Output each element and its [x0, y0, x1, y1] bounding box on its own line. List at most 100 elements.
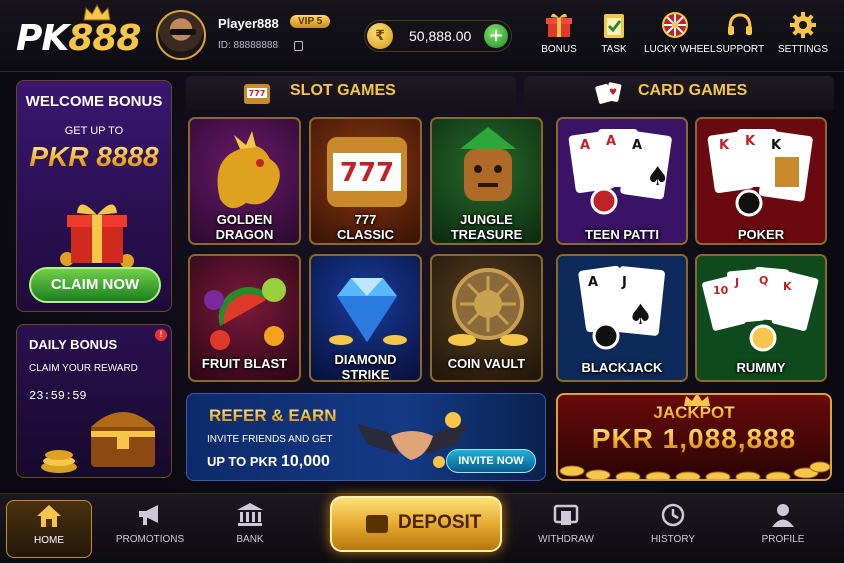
- svg-text:K: K: [771, 138, 782, 153]
- game-rummy[interactable]: 10 J Q K RUMMY: [695, 254, 827, 382]
- game-title-line1: COIN VAULT: [447, 356, 526, 371]
- refer-line1: INVITE FRIENDS AND GET: [207, 434, 333, 445]
- nav-lucky-wheel[interactable]: LUCKY WHEEL: [644, 10, 716, 55]
- daily-timer: 23:59:59: [29, 389, 87, 403]
- svg-text:Q: Q: [759, 274, 768, 287]
- vip-badge: VIP 5: [290, 15, 331, 28]
- headset-icon: [728, 13, 752, 35]
- game-title-line2: STRIKE: [341, 367, 390, 382]
- nav-history[interactable]: HISTORY: [633, 500, 713, 558]
- gift-box-icon: [60, 204, 134, 268]
- nav-bank-label: BANK: [236, 534, 264, 545]
- game-title: RUMMY: [736, 360, 786, 375]
- game-title: POKER: [737, 227, 785, 242]
- clipboard-check-icon: [604, 14, 624, 38]
- nav-bonus[interactable]: BONUS: [528, 10, 590, 55]
- nav-withdraw-label: WITHDRAW: [538, 534, 594, 545]
- refer-title: REFER & EARN: [209, 406, 337, 425]
- treasure-chest-icon: [41, 412, 155, 473]
- game-title-line1: JUNGLE: [460, 212, 513, 227]
- wheel-icon: [662, 12, 688, 38]
- game-fruit-blast[interactable]: FRUIT BLAST: [188, 254, 301, 382]
- user-id: ID: 88888888: [218, 40, 279, 51]
- game-diamond-strike[interactable]: DIAMOND STRIKE: [309, 254, 422, 382]
- notification-badge: !: [155, 329, 167, 341]
- slot-games-header: 777 SLOT GAMES: [186, 76, 516, 110]
- history-icon: [661, 503, 685, 527]
- daily-subtitle: CLAIM YOUR REWARD: [29, 363, 138, 374]
- svg-text:A: A: [580, 138, 590, 153]
- welcome-bonus-panel[interactable]: WELCOME BONUS GET UP TO PKR 8888 CLAIM N…: [16, 80, 172, 312]
- cards-icon: ♥: [595, 82, 622, 104]
- game-title-line2: CLASSIC: [336, 227, 395, 242]
- game-title-line1: FRUIT BLAST: [201, 356, 288, 371]
- svg-text:10: 10: [713, 284, 729, 297]
- brand-logo[interactable]: PK888: [16, 18, 141, 59]
- welcome-amount: PKR 8888: [17, 141, 171, 173]
- nav-promotions[interactable]: PROMOTIONS: [110, 500, 190, 558]
- balance-box: ₹ 50,888.00 +: [364, 20, 512, 52]
- nav-bonus-label: BONUS: [541, 44, 577, 55]
- svg-text:A: A: [588, 275, 598, 290]
- game-title-line2: DRAGON: [215, 227, 274, 242]
- game-title-line1: GOLDEN: [216, 212, 273, 227]
- svg-text:777: 777: [340, 158, 394, 188]
- game-jungle-treasure[interactable]: JUNGLE TREASURE: [430, 117, 543, 245]
- nav-home-label: HOME: [34, 535, 64, 546]
- game-teen-patti[interactable]: A A A ♠ TEEN PATTI: [556, 117, 688, 245]
- invite-now-button[interactable]: INVITE NOW: [446, 449, 536, 473]
- svg-text:A: A: [606, 134, 616, 149]
- nav-support[interactable]: SUPPORT: [709, 10, 771, 55]
- svg-text:K: K: [719, 138, 730, 153]
- game-golden-dragon[interactable]: GOLDEN DRAGON: [188, 117, 301, 245]
- daily-bonus-panel[interactable]: DAILY BONUS CLAIM YOUR REWARD 23:59:59 !: [16, 324, 172, 478]
- nav-profile[interactable]: PROFILE: [743, 500, 823, 558]
- nav-settings[interactable]: SETTINGS: [772, 10, 834, 55]
- casino-lobby: { "brand": {"logo_prefix": "PK", "logo_s…: [0, 0, 844, 563]
- deposit-button[interactable]: DEPOSIT: [330, 496, 502, 552]
- nav-support-label: SUPPORT: [715, 44, 765, 55]
- refer-line2-amount: 10,000: [280, 453, 330, 470]
- nav-withdraw[interactable]: WITHDRAW: [526, 500, 606, 558]
- username: Player888: [218, 16, 279, 31]
- gift-icon: [546, 13, 572, 37]
- nav-lucky-wheel-label: LUCKY WHEEL: [644, 44, 716, 55]
- home-icon: [37, 505, 61, 527]
- withdraw-icon: [553, 504, 579, 525]
- nav-bank[interactable]: BANK: [210, 500, 290, 558]
- copy-icon[interactable]: [294, 41, 303, 51]
- top-bar: PK888 Player888 VIP 5 ID: 88888888 ₹ 50,…: [0, 0, 844, 72]
- jackpot-amount: PKR 1,088,888: [558, 423, 830, 455]
- game-blackjack[interactable]: A J ♠ BLACKJACK: [556, 254, 688, 382]
- nav-history-label: HISTORY: [650, 534, 696, 545]
- avatar[interactable]: [156, 10, 206, 60]
- svg-text:K: K: [745, 134, 756, 149]
- svg-text:A: A: [632, 138, 642, 153]
- svg-text:J: J: [734, 276, 739, 289]
- claim-now-button[interactable]: CLAIM NOW: [29, 267, 161, 303]
- game-coin-vault[interactable]: COIN VAULT: [430, 254, 543, 382]
- card-games-heading: CARD GAMES: [638, 82, 748, 99]
- gear-icon: [790, 12, 816, 38]
- welcome-title: WELCOME BONUS: [25, 93, 163, 110]
- svg-text:♠: ♠: [628, 298, 653, 331]
- svg-text:♠: ♠: [646, 162, 669, 192]
- wallet-icon: [366, 515, 388, 533]
- jackpot-banner[interactable]: JACKPOT PKR 1,088,888: [556, 393, 832, 481]
- nav-task[interactable]: TASK: [583, 10, 645, 55]
- svg-text:777: 777: [249, 89, 266, 98]
- logo-prefix: PK: [16, 18, 69, 59]
- nav-task-label: TASK: [601, 44, 627, 55]
- nav-home[interactable]: HOME: [6, 500, 92, 558]
- slot-games-heading: SLOT GAMES: [290, 82, 396, 99]
- game-title-line2: TREASURE: [450, 227, 523, 242]
- svg-text:K: K: [783, 280, 792, 293]
- game-title-line1: 777: [354, 212, 377, 227]
- game-poker[interactable]: KKK POKER: [695, 117, 827, 245]
- add-funds-button[interactable]: +: [484, 24, 508, 48]
- refer-line2-prefix: UP TO PKR: [207, 454, 278, 469]
- coin-pile-icon: [559, 461, 830, 479]
- jackpot-title: JACKPOT: [558, 403, 830, 423]
- balance-amount: 50,888.00: [409, 28, 472, 44]
- game-777-classic[interactable]: 777 777 CLASSIC: [309, 117, 422, 245]
